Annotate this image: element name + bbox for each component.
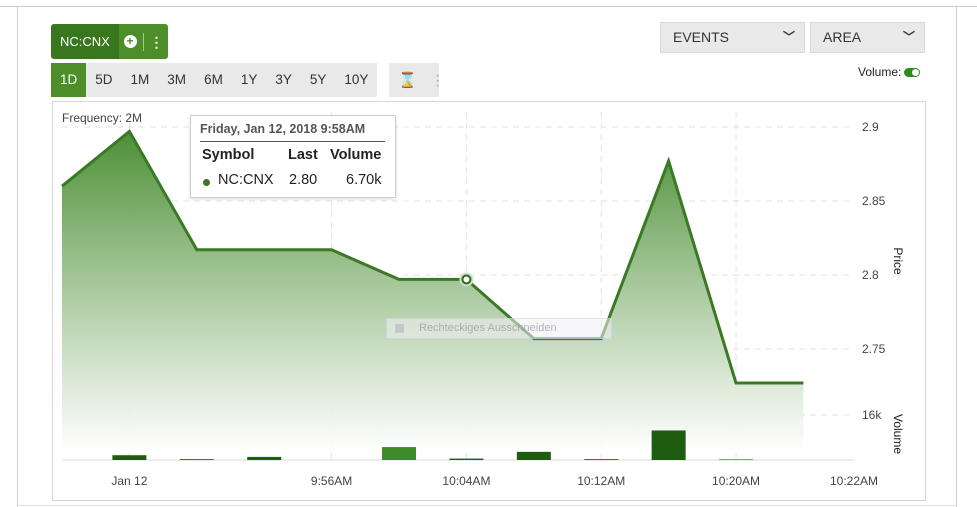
volume-bar[interactable] [112, 455, 147, 460]
volume-bar[interactable] [449, 458, 484, 460]
screenshot-overlay-label: Rechteckiges Ausschneiden [419, 322, 557, 334]
volume-bar[interactable] [382, 447, 417, 460]
x-tick-label: 10:20AM [712, 474, 760, 488]
volume-axis-title: Volume [891, 414, 905, 454]
x-tick-label: Jan 12 [111, 474, 147, 488]
frequency-label: Frequency: 2M [62, 111, 143, 125]
volume-bar[interactable] [651, 430, 686, 460]
tooltip-volume: 6.70k [346, 172, 382, 188]
price-area [62, 131, 804, 452]
volume-bar[interactable] [179, 459, 214, 460]
tooltip-header-symbol: Symbol [202, 147, 255, 163]
x-tick-label: 9:56AM [311, 474, 352, 488]
crop-icon [395, 324, 404, 333]
volume-bar[interactable] [719, 459, 754, 460]
volume-bar[interactable] [247, 456, 282, 460]
price-volume-chart[interactable]: 2.9 2.85 2.8 2.75 16k Jan 12 9:56AM 10:04AM 10:1… [0, 0, 977, 507]
tooltip-symbol: NC:CNX [218, 172, 274, 188]
y-tick-label: 2.9 [862, 120, 879, 134]
volume-bar[interactable] [516, 451, 551, 460]
y-tick-label: 2.75 [862, 342, 886, 356]
tooltip-divider [200, 141, 385, 142]
y-tick-label: 2.85 [862, 194, 886, 208]
volume-bar[interactable] [584, 459, 619, 460]
hover-point[interactable] [461, 274, 472, 285]
volume-tick-label: 16k [862, 408, 882, 422]
tooltip-last: 2.80 [289, 172, 318, 188]
series-dot-icon [203, 179, 210, 186]
y-axis-title: Price [891, 247, 905, 275]
y-tick-label: 2.8 [862, 268, 879, 282]
tooltip-header-volume: Volume [330, 147, 382, 163]
tooltip-header-last: Last [288, 147, 318, 163]
chart-tooltip: Friday, Jan 12, 2018 9:58AM Symbol Last … [190, 115, 396, 198]
x-tick-label: 10:04AM [442, 474, 490, 488]
screenshot-overlay: Rechteckiges Ausschneiden [386, 318, 612, 339]
tooltip-date: Friday, Jan 12, 2018 9:58AM [200, 122, 366, 136]
x-tick-label: 10:22AM [830, 474, 878, 488]
x-tick-label: 10:12AM [577, 474, 625, 488]
